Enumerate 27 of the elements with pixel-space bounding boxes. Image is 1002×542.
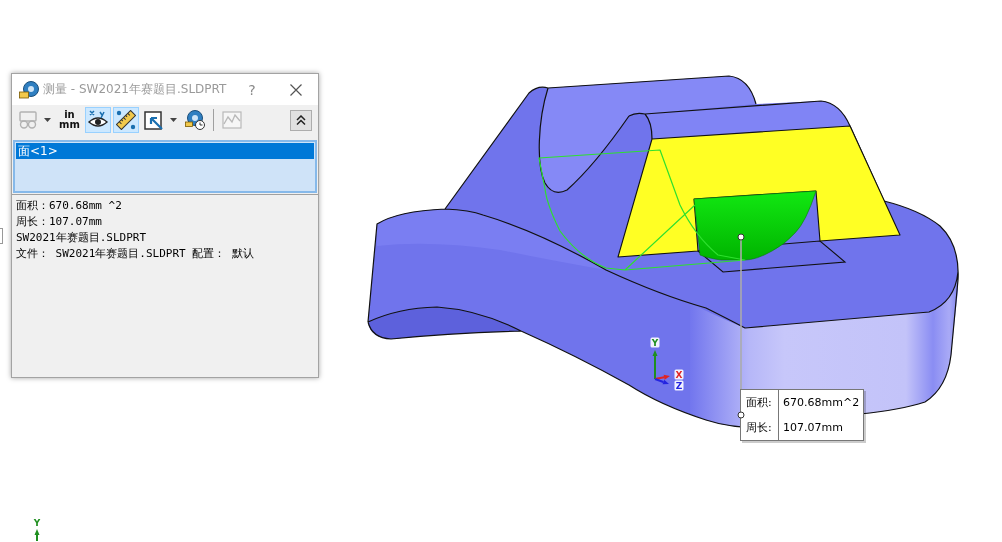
eye-icon: [87, 110, 108, 130]
ruler-icon: [115, 110, 136, 130]
result-text: 面积：670.68mm ^2: [16, 198, 123, 214]
shapes-icon: [18, 110, 38, 130]
double-chevron-icon: [296, 115, 306, 125]
axis-label: Z: [674, 380, 684, 391]
panel-edge: [0, 228, 3, 244]
result-text: SW2021年赛题目.SLDPRT: [16, 230, 148, 246]
tape-measure-icon: [184, 110, 205, 130]
list-item[interactable]: 面<1>: [16, 143, 314, 159]
axis-label: Y: [33, 518, 41, 528]
axis-label: Y: [650, 337, 660, 348]
close-icon: [290, 83, 302, 96]
toolbar-button[interactable]: [112, 107, 139, 133]
tape-measure-icon: [19, 80, 39, 99]
line-chart-icon: [221, 110, 242, 130]
callout-value: 670.68mm^2: [782, 395, 861, 411]
collapse-button[interactable]: [290, 109, 312, 131]
arrow-frame-icon: [143, 110, 164, 130]
dialog-title: 测量 - SW2021年赛题目.SLDPRT: [43, 81, 227, 98]
result-text: 周长：107.07mm: [16, 214, 103, 230]
toolbar-button[interactable]: in mm: [56, 107, 83, 133]
help-button[interactable]: ?: [242, 77, 262, 102]
toolbar-button[interactable]: [84, 107, 111, 133]
result-text: 文件： SW2021年赛题目.SLDPRT 配置： 默认: [16, 246, 255, 262]
axis-label: X: [674, 369, 684, 380]
callout-value: 107.07mm: [782, 420, 844, 436]
